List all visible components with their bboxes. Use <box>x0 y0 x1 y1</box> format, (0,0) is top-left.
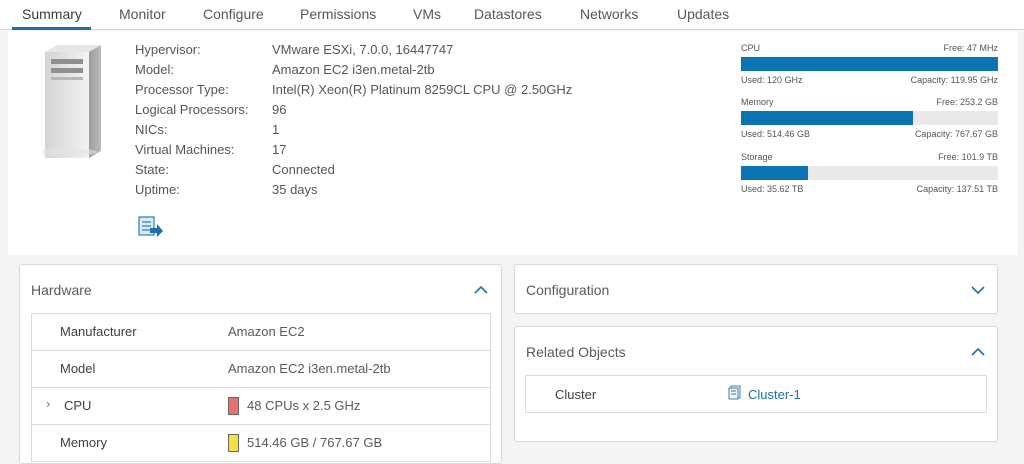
memory-capacity: Capacity: 767.67 GB <box>914 129 998 139</box>
configuration-card[interactable]: Configuration <box>514 264 998 314</box>
related-objects-card: Related Objects Cluster Cluster-1 <box>514 326 998 442</box>
cluster-link[interactable]: Cluster-1 <box>748 387 801 402</box>
storage-usage-bar <box>741 166 998 180</box>
cpu-free: Free: 47 MHz <box>943 43 998 53</box>
hardware-card-title: Hardware <box>31 282 92 298</box>
hardware-card: Hardware Manufacturer Amazon EC2 Model A… <box>19 264 502 464</box>
storage-used: Used: 35.62 TB <box>741 184 804 194</box>
tab-configure[interactable]: Configure <box>203 6 264 22</box>
related-object-row: Cluster Cluster-1 <box>525 375 987 413</box>
logical-processors-value: 96 <box>272 102 287 117</box>
storage-usage-fill <box>741 166 808 180</box>
migrate-host-icon[interactable] <box>138 216 164 238</box>
active-tab-indicator <box>12 27 91 30</box>
host-summary-panel: Hypervisor: VMware ESXi, 7.0.0, 16447747… <box>8 31 1018 255</box>
chevron-right-icon[interactable]: › <box>46 396 50 411</box>
storage-free: Free: 101.9 TB <box>938 152 998 162</box>
virtual-machines-value: 17 <box>272 142 287 157</box>
hardware-model-label: Model <box>60 361 96 376</box>
tab-updates[interactable]: Updates <box>677 6 729 22</box>
tab-datastores[interactable]: Datastores <box>474 6 542 22</box>
manufacturer-label: Manufacturer <box>60 324 137 339</box>
logical-processors-label: Logical Processors: <box>135 102 249 117</box>
memory-free: Free: 253.2 GB <box>936 97 998 107</box>
processor-type-label: Processor Type: <box>135 82 229 97</box>
hypervisor-label: Hypervisor: <box>135 42 201 57</box>
memory-meter-label: Memory <box>741 97 774 107</box>
cpu-usage-bar <box>741 57 998 71</box>
memory-value: 514.46 GB / 767.67 GB <box>247 435 383 450</box>
storage-meter-label: Storage <box>741 152 773 162</box>
hypervisor-value: VMware ESXi, 7.0.0, 16447747 <box>272 42 454 57</box>
tab-permissions[interactable]: Permissions <box>300 6 376 22</box>
chevron-up-icon[interactable] <box>971 347 985 357</box>
cluster-label: Cluster <box>555 387 597 402</box>
server-tower-icon <box>43 45 101 158</box>
state-value: Connected <box>272 162 335 177</box>
uptime-label: Uptime: <box>135 182 180 197</box>
memory-used: Used: 514.46 GB <box>741 129 811 139</box>
hardware-model-value: Amazon EC2 i3en.metal-2tb <box>228 361 391 376</box>
memory-color-swatch <box>228 434 239 452</box>
chevron-up-icon[interactable] <box>474 285 488 295</box>
tab-bar: Summary Monitor Configure Permissions VM… <box>0 0 1024 30</box>
cpu-value: 48 CPUs x 2.5 GHz <box>247 398 361 413</box>
chevron-down-icon[interactable] <box>971 285 985 295</box>
nics-label: NICs: <box>135 122 168 137</box>
related-objects-card-title: Related Objects <box>526 344 626 360</box>
table-row: Model Amazon EC2 i3en.metal-2tb <box>32 351 490 388</box>
processor-type-value: Intel(R) Xeon(R) Platinum 8259CL CPU @ 2… <box>272 82 573 97</box>
state-label: State: <box>135 162 169 177</box>
hardware-table: Manufacturer Amazon EC2 Model Amazon EC2… <box>31 313 491 462</box>
cpu-label: CPU <box>64 398 92 413</box>
cpu-color-swatch <box>228 397 239 415</box>
memory-usage-fill <box>741 111 914 125</box>
cpu-meter-label: CPU <box>741 43 761 53</box>
table-row: Manufacturer Amazon EC2 <box>32 314 490 351</box>
storage-capacity: Capacity: 137.51 TB <box>916 184 998 194</box>
tab-monitor[interactable]: Monitor <box>119 6 166 22</box>
uptime-value: 35 days <box>272 182 318 197</box>
table-row: › CPU 48 CPUs x 2.5 GHz <box>32 388 490 425</box>
model-label: Model: <box>135 62 175 77</box>
configuration-card-title: Configuration <box>526 282 610 298</box>
tab-networks[interactable]: Networks <box>580 6 638 22</box>
tab-summary[interactable]: Summary <box>22 6 82 22</box>
table-row: Memory 514.46 GB / 767.67 GB <box>32 425 490 462</box>
manufacturer-value: Amazon EC2 <box>228 324 305 339</box>
model-value: Amazon EC2 i3en.metal-2tb <box>272 62 435 77</box>
virtual-machines-label: Virtual Machines: <box>135 142 235 157</box>
memory-label: Memory <box>60 435 107 450</box>
cpu-usage-fill <box>741 57 998 71</box>
tab-vms[interactable]: VMs <box>413 6 441 22</box>
cpu-capacity: Capacity: 119.95 GHz <box>910 75 998 85</box>
cpu-used: Used: 120 GHz <box>741 75 803 85</box>
memory-usage-bar <box>741 111 998 125</box>
cluster-icon <box>728 385 741 400</box>
nics-value: 1 <box>272 122 280 137</box>
